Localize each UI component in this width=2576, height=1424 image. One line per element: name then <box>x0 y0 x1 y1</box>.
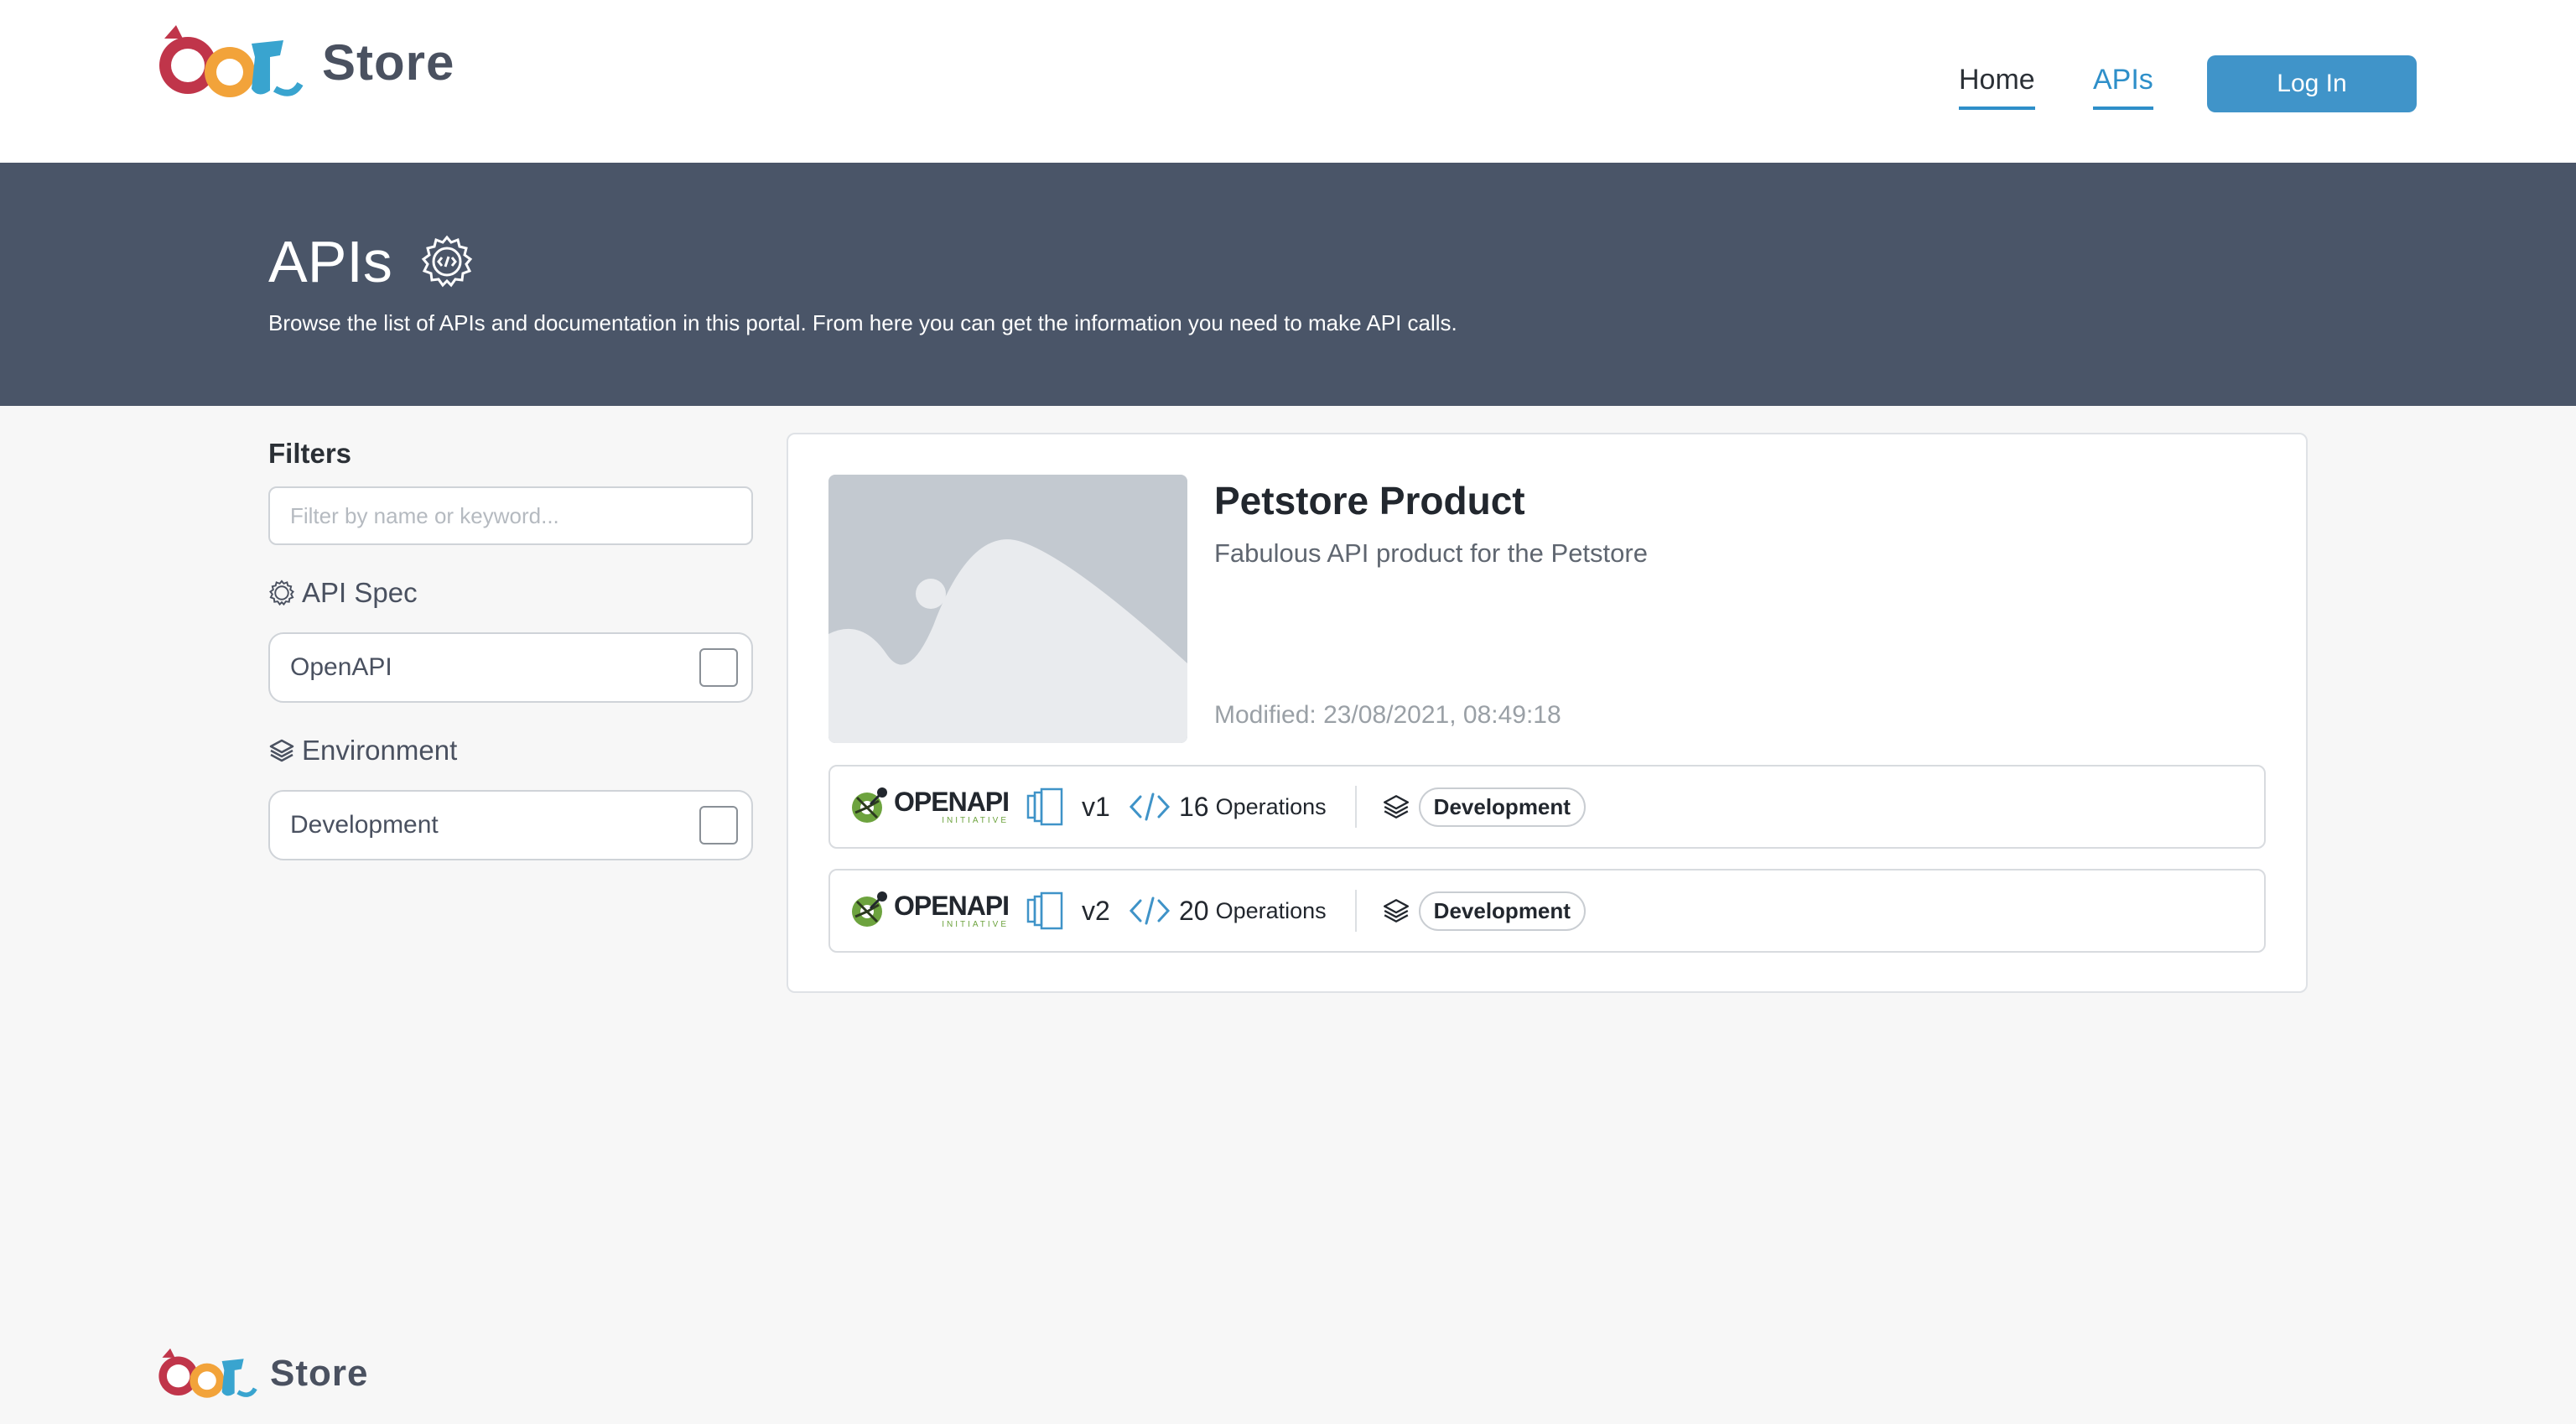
search-input[interactable] <box>268 486 753 545</box>
api-version-row[interactable]: OPENAPI INITIATIVE v2 20 Operations Deve… <box>828 869 2266 953</box>
api-product-card[interactable]: Petstore Product Fabulous API product fo… <box>787 433 2308 993</box>
filter-option-label: Development <box>290 811 439 839</box>
filters-title: Filters <box>268 438 352 469</box>
openapi-checkbox[interactable] <box>699 648 738 687</box>
api-spec-label: API Spec <box>302 577 418 608</box>
environment-badge: Development <box>1418 891 1586 931</box>
filter-option-openapi[interactable]: OpenAPI <box>268 632 753 703</box>
code-icon <box>1129 792 1171 822</box>
product-title[interactable]: Petstore Product <box>1214 478 1525 523</box>
pet-logo-icon <box>158 1346 267 1401</box>
brand-logo[interactable]: Store <box>158 22 454 102</box>
api-spec-heading: API Spec <box>268 577 418 609</box>
nav-apis-link[interactable]: APIs <box>2093 64 2153 110</box>
hero-banner: APIs Browse the list of APIs and documen… <box>0 163 2576 406</box>
gear-code-icon <box>268 579 295 606</box>
api-version-row[interactable]: OPENAPI INITIATIVE v1 16 Operations Deve… <box>828 765 2266 849</box>
product-modified-date: Modified: 23/08/2021, 08:49:18 <box>1214 701 1561 729</box>
environment-label: Environment <box>302 735 458 766</box>
openapi-logo-text: OPENAPI <box>894 891 1010 921</box>
pet-logo-icon <box>158 22 317 102</box>
layers-icon <box>1382 896 1410 925</box>
nav-home-link[interactable]: Home <box>1959 64 2035 110</box>
brand-name: Store <box>322 34 455 91</box>
login-button[interactable]: Log In <box>2207 55 2417 112</box>
openapi-logo-text: OPENAPI <box>894 787 1010 817</box>
page-description: Browse the list of APIs and documentatio… <box>268 310 1457 335</box>
code-icon <box>1129 896 1171 926</box>
openapi-logo-subtext: INITIATIVE <box>942 816 1010 825</box>
openapi-logo: OPENAPI INITIATIVE <box>849 888 1013 934</box>
layers-icon <box>268 737 295 764</box>
operations-count: 20 <box>1179 895 1209 926</box>
layers-icon <box>1382 793 1410 821</box>
product-description: Fabulous API product for the Petstore <box>1214 538 1648 568</box>
operations-label: Operations <box>1215 897 1327 923</box>
filter-option-development[interactable]: Development <box>268 790 753 860</box>
version-label: v2 <box>1082 895 1110 926</box>
divider <box>1354 890 1357 932</box>
operations-count: 16 <box>1179 791 1209 822</box>
openapi-logo: OPENAPI INITIATIVE <box>849 784 1013 830</box>
page-title-text: APIs <box>268 229 392 294</box>
top-navbar: Store Home APIs Log In <box>0 0 2576 163</box>
environment-badge: Development <box>1418 787 1586 827</box>
openapi-logo-subtext: INITIATIVE <box>942 920 1010 929</box>
versions-icon <box>1025 890 1067 932</box>
divider <box>1354 786 1357 828</box>
openapi-icon <box>849 888 891 934</box>
footer-brand-name: Store <box>270 1353 369 1394</box>
operations-label: Operations <box>1215 793 1327 819</box>
filter-option-label: OpenAPI <box>290 653 392 681</box>
version-label: v1 <box>1082 791 1110 822</box>
environment-heading: Environment <box>268 735 457 767</box>
openapi-icon <box>849 784 891 830</box>
image-placeholder-icon <box>828 475 1187 743</box>
footer-brand-logo[interactable]: Store <box>158 1345 368 1402</box>
versions-icon <box>1025 786 1067 828</box>
development-checkbox[interactable] <box>699 806 738 845</box>
gear-code-icon <box>419 234 475 289</box>
page-title: APIs <box>268 228 475 295</box>
